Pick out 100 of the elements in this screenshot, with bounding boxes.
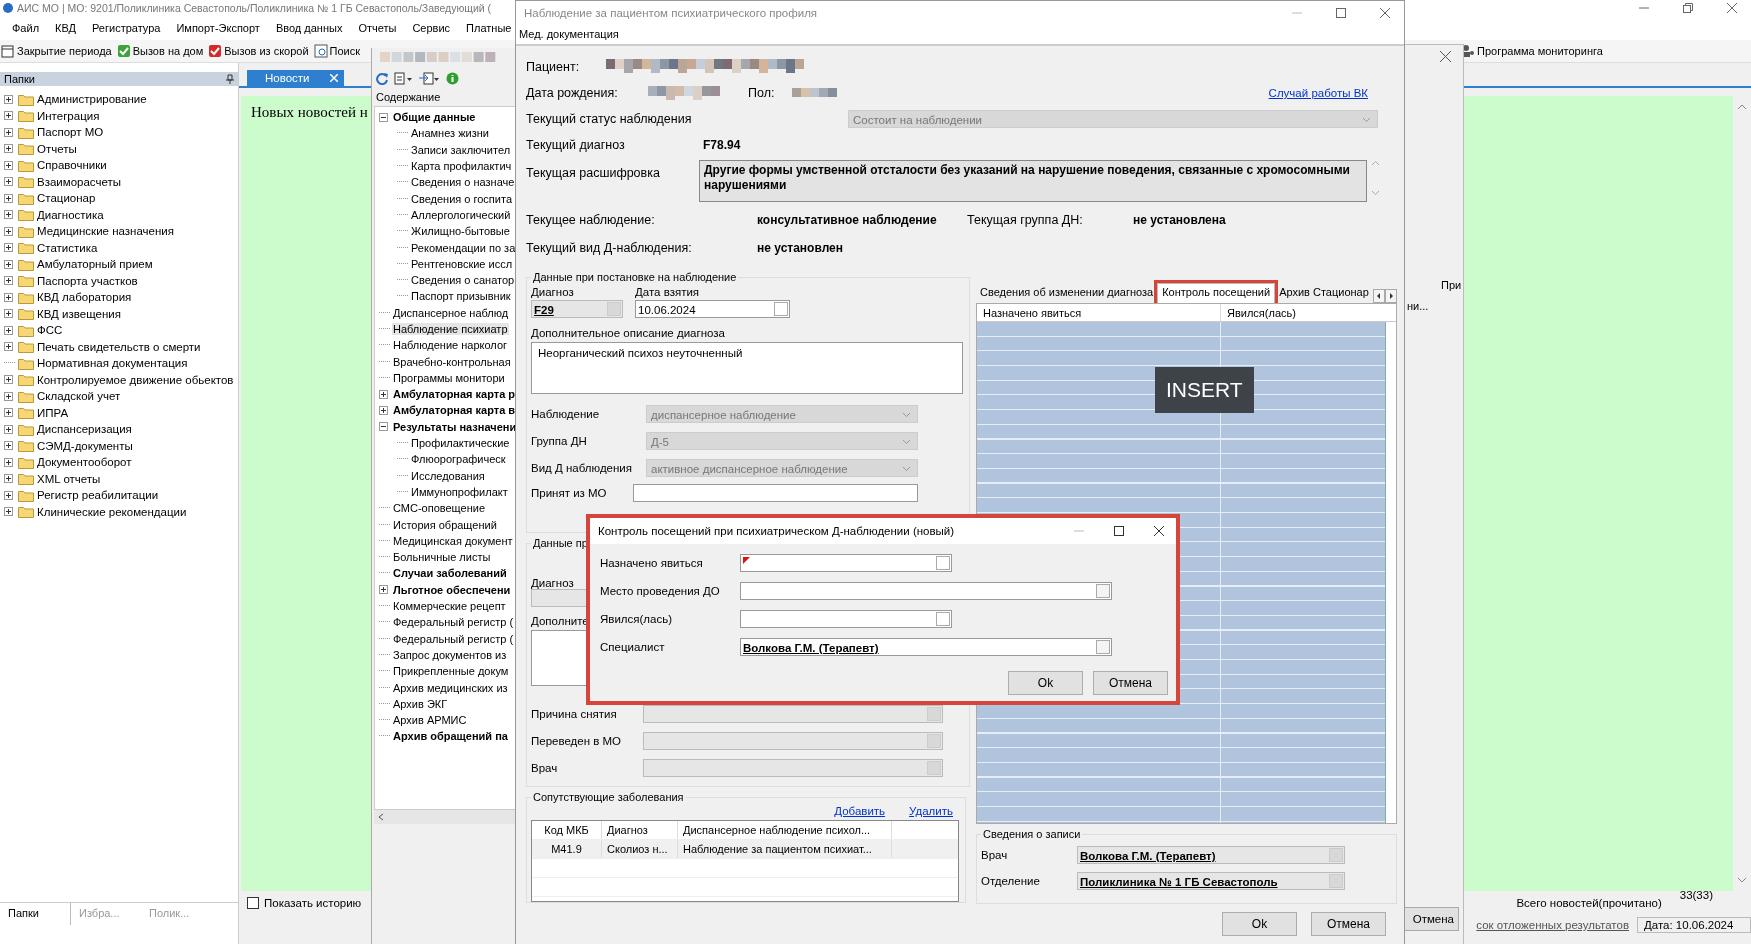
tree-item[interactable]: Программы монитори <box>392 371 506 384</box>
tree-item[interactable]: Печать свидетельств о смерти <box>37 340 201 353</box>
document-dropdown-icon[interactable] <box>394 71 414 85</box>
toolbar-button[interactable]: Закрытие периода <box>0 44 113 58</box>
expand-icon[interactable] <box>379 406 388 415</box>
refresh-icon[interactable] <box>376 71 389 85</box>
tree-item[interactable]: Наблюдение нарколог <box>392 339 509 352</box>
expand-icon[interactable] <box>4 226 13 236</box>
menu-item[interactable]: Сервис <box>412 22 451 34</box>
scroll-down-icon[interactable] <box>1737 877 1747 883</box>
tree-item[interactable]: Результаты назначени <box>392 420 518 433</box>
expand-icon[interactable] <box>4 193 13 203</box>
expand-icon[interactable] <box>4 309 13 319</box>
tree-item[interactable]: Анамнез жизни <box>410 127 490 140</box>
dialog-button[interactable]: Отмена <box>1311 912 1386 936</box>
tree-item[interactable]: Статистика <box>37 241 98 254</box>
tree-item[interactable]: Карта профилактич <box>410 160 513 173</box>
menu-item[interactable]: Регистратура <box>92 22 161 34</box>
lookup-field[interactable] <box>633 484 918 502</box>
news-tab[interactable]: Новости <box>247 70 344 86</box>
tab[interactable]: Архив Стационар <box>1275 284 1373 303</box>
close-icon[interactable] <box>1380 7 1390 18</box>
tree-item[interactable]: Клинические рекомендации <box>37 505 187 518</box>
tree-item[interactable]: Врачебно-контрольная <box>392 355 512 368</box>
vk-case-link[interactable]: Случай работы ВК <box>1268 87 1368 99</box>
close-icon[interactable] <box>1154 526 1164 536</box>
expand-icon[interactable] <box>4 210 13 220</box>
export-dropdown-icon[interactable] <box>419 71 441 85</box>
close-icon[interactable] <box>1727 3 1737 13</box>
table-action-link[interactable]: Удалить <box>909 805 953 818</box>
tree-item[interactable]: Архив обращений па <box>392 730 509 743</box>
tree-item[interactable]: Медицинские назначения <box>37 225 174 238</box>
tree-item[interactable]: ФСС <box>37 324 63 337</box>
expand-icon[interactable] <box>4 375 13 385</box>
tree-item[interactable]: Сведения о назначе <box>410 176 516 189</box>
tab[interactable]: Контроль посещений <box>1157 283 1276 303</box>
menu-item[interactable]: Мед. документация <box>519 28 619 40</box>
tree-item[interactable]: Паспорта участков <box>37 274 138 287</box>
expand-icon[interactable] <box>4 391 13 401</box>
tree-item[interactable]: КВД лаборатория <box>37 291 132 304</box>
lookup-field[interactable] <box>740 581 1112 600</box>
tree-item[interactable]: Федеральный регистр ( <box>392 616 515 629</box>
tree-item[interactable]: Общие данные <box>392 111 477 124</box>
tree-item[interactable]: Диагностика <box>37 208 104 221</box>
tree-item[interactable]: Коммерческие рецепт <box>392 600 507 613</box>
tree-item[interactable]: Складской учет <box>37 390 121 403</box>
date-field[interactable]: 10.06.2024 <box>635 300 790 318</box>
expand-icon[interactable] <box>4 408 13 418</box>
expand-icon[interactable] <box>4 276 13 286</box>
tree-item[interactable]: Амбулаторная карта р <box>392 388 517 401</box>
tree-item[interactable]: СМС-оповещение <box>392 502 486 515</box>
maximize-icon[interactable] <box>1114 526 1124 536</box>
description-field[interactable]: Неорганический психоз неуточненный <box>531 342 963 394</box>
tree-item[interactable]: Взаиморасчеты <box>37 175 121 188</box>
tree-item[interactable]: Профилактические <box>410 437 511 450</box>
tree-item[interactable]: XML отчеты <box>37 472 101 485</box>
tree-item[interactable]: Льготное обеспечени <box>392 583 512 596</box>
tree-item[interactable]: Контролируемое движение обьектов <box>37 373 234 386</box>
dialog-button[interactable]: Ok <box>1222 912 1297 936</box>
tree-item[interactable]: Сведения о госпита <box>410 192 513 205</box>
tree-item[interactable]: Архив медицинских из <box>392 681 509 694</box>
pin-icon[interactable] <box>226 74 234 84</box>
tree-item[interactable]: Архив АРМИС <box>392 714 468 727</box>
expand-icon[interactable] <box>4 424 13 434</box>
expand-icon[interactable] <box>4 292 13 302</box>
tree-item[interactable]: Исследования <box>410 469 486 482</box>
diagnosis-field[interactable]: F29 <box>531 300 623 318</box>
menu-item[interactable]: Импорт-Экспорт <box>176 22 260 34</box>
dialog-button[interactable]: Отмена <box>1093 671 1168 695</box>
expand-icon[interactable] <box>4 177 13 187</box>
table-action-link[interactable]: Добавить <box>834 805 886 818</box>
restore-icon[interactable] <box>1683 3 1693 13</box>
tree-item[interactable]: Рентгеновские иссл <box>410 257 514 270</box>
expand-icon[interactable] <box>379 422 388 432</box>
tab[interactable]: Сведения об изменении диагноза <box>976 284 1158 303</box>
tree-item[interactable]: Запрос документов из <box>392 648 508 661</box>
expand-icon[interactable] <box>379 112 388 122</box>
expand-icon[interactable] <box>379 585 388 595</box>
tree-item[interactable]: Флюорографическ <box>410 453 507 466</box>
maximize-icon[interactable] <box>1336 7 1346 18</box>
expand-icon[interactable] <box>379 389 388 399</box>
tree-item[interactable]: Рекомендации по за <box>410 241 517 254</box>
menu-item[interactable]: КВД <box>55 22 76 34</box>
lookup-field[interactable] <box>643 731 943 750</box>
scroll-left-icon[interactable] <box>1372 289 1385 303</box>
checkbox[interactable] <box>247 897 259 909</box>
tree-item[interactable]: Аллергологический <box>410 208 512 221</box>
tree-item[interactable]: История обращений <box>392 518 498 531</box>
tree-item[interactable]: СЭМД-документы <box>37 439 133 452</box>
scroll-right-icon[interactable] <box>1384 289 1397 303</box>
tree-item[interactable]: Паспорт МО <box>37 126 104 139</box>
tree-item[interactable]: КВД извещения <box>37 307 121 320</box>
tree-item[interactable]: Администрирование <box>37 93 147 106</box>
tree-item[interactable]: Документооборот <box>37 456 132 469</box>
tree-item[interactable]: Регистр реабилитации <box>37 489 159 502</box>
expand-icon[interactable] <box>4 490 13 500</box>
menu-item[interactable]: Отчеты <box>358 22 397 34</box>
info-icon[interactable] <box>446 71 459 85</box>
tree-item[interactable]: Записи заключител <box>410 143 512 156</box>
tree-item[interactable]: Иммунопрофилакт <box>410 485 509 498</box>
